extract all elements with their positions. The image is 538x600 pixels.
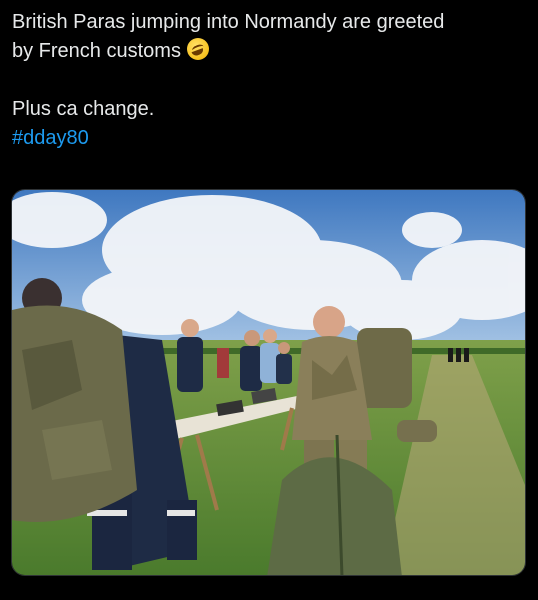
tweet-text-line-1: British Paras jumping into Normandy are … [12, 11, 445, 33]
tweet-text: British Paras jumping into Normandy are … [12, 8, 522, 153]
tweet-photo[interactable] [11, 189, 526, 576]
rolling-laughing-emoji-icon [186, 38, 209, 60]
tweet-text-line-2: by French customs [12, 37, 522, 66]
photo-illustration [12, 190, 525, 575]
tweet-text-line-3: Plus ca change. [12, 98, 155, 120]
hashtag-link[interactable]: #dday80 [12, 124, 522, 153]
tweet: British Paras jumping into Normandy are … [0, 0, 538, 600]
tweet-text-line-2-text: by French customs [12, 40, 181, 62]
distant-figures [448, 348, 469, 362]
